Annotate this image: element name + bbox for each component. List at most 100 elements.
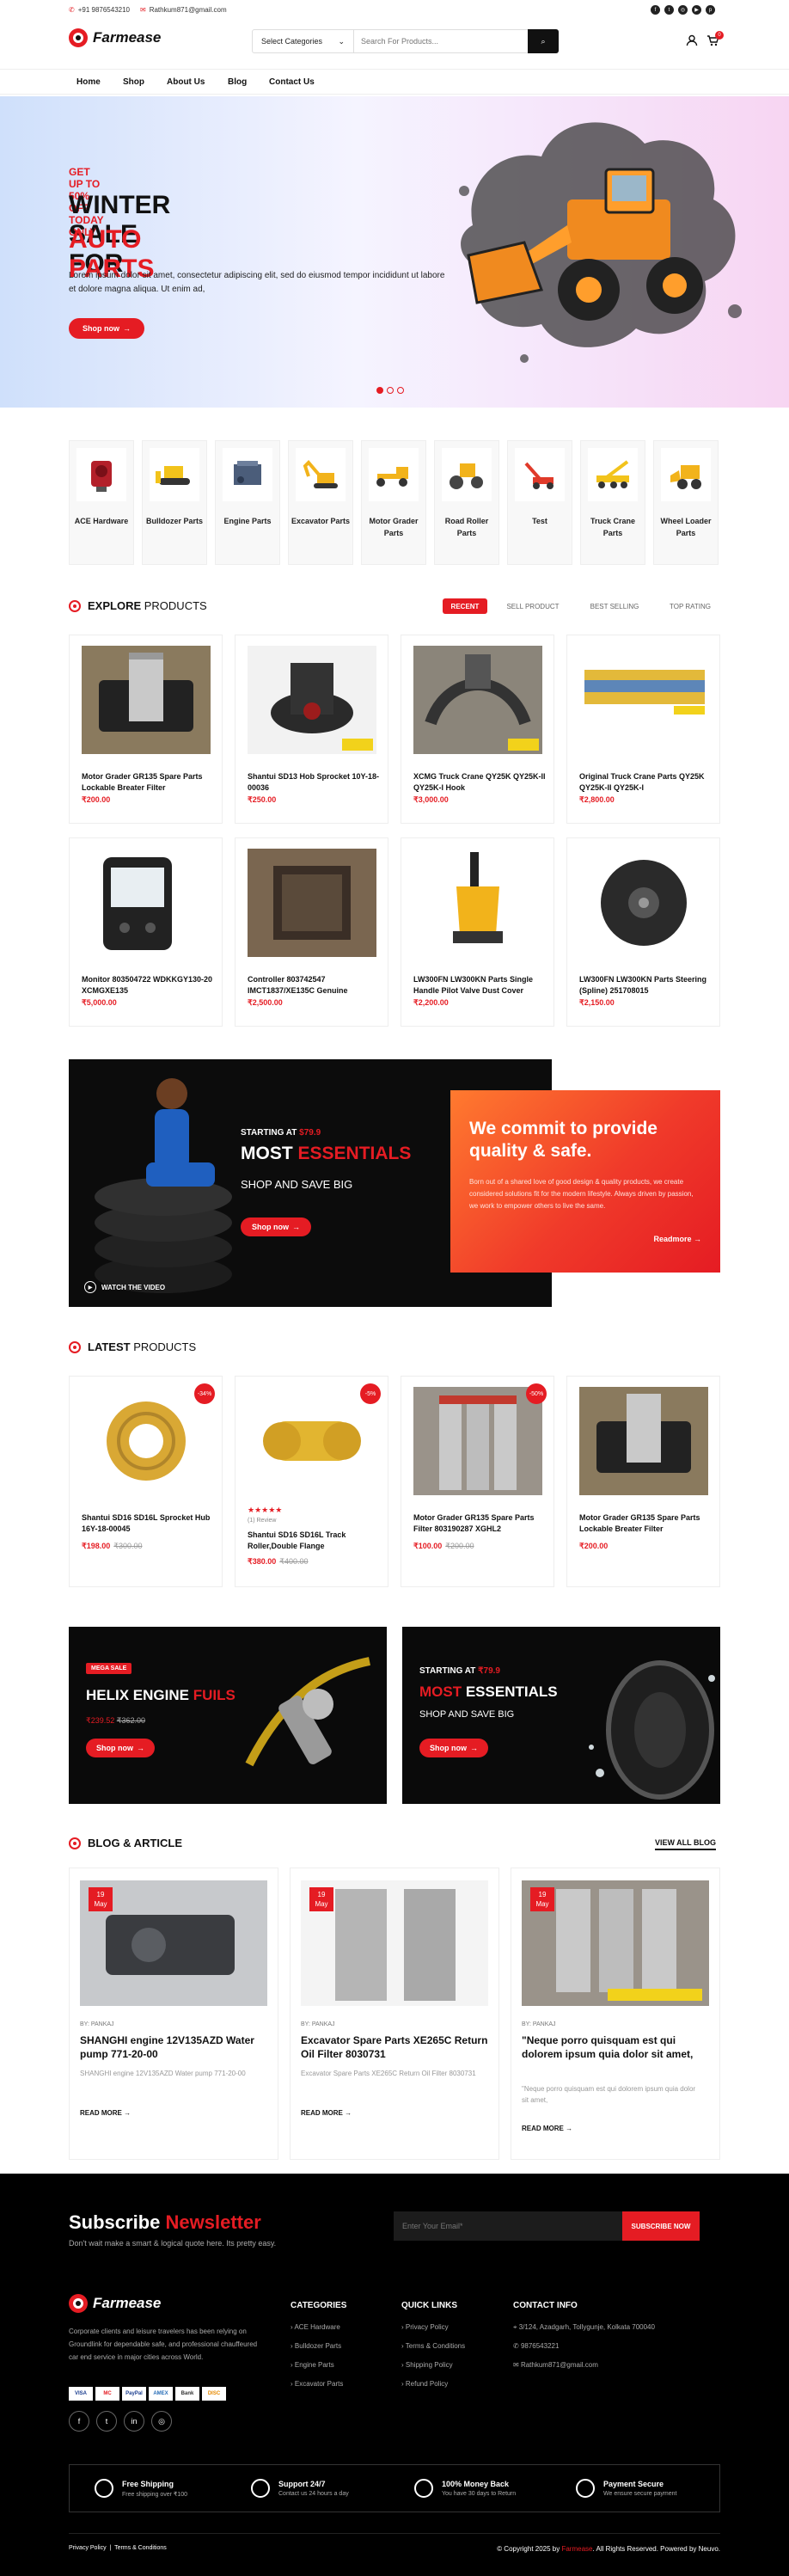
user-icon[interactable] <box>686 34 698 46</box>
category-card-excavator[interactable]: Excavator Parts <box>288 440 353 565</box>
product-card[interactable]: LW300FN LW300KN Parts Steering (Spline) … <box>566 837 720 1027</box>
product-price: ₹2,200.00 <box>413 998 449 1007</box>
footer-category-link[interactable]: › Excavator Parts <box>291 2380 343 2388</box>
terms-link[interactable]: Terms & Conditions <box>114 2545 167 2551</box>
product-card[interactable]: Original Truck Crane Parts QY25K QY25K-I… <box>566 635 720 824</box>
privacy-policy-link[interactable]: Privacy Policy <box>69 2545 107 2551</box>
footer-quick-link[interactable]: › Privacy Policy <box>401 2323 449 2331</box>
product-name[interactable]: Shantui SD16 SD16L Sprocket Hub 16Y-18-0… <box>82 1512 215 1535</box>
nav-about[interactable]: About Us <box>167 77 205 87</box>
slider-dot[interactable] <box>387 387 394 394</box>
product-name[interactable]: Motor Grader GR135 Spare Parts Lockable … <box>579 1512 713 1535</box>
nav-home[interactable]: Home <box>76 77 101 87</box>
pinterest-icon[interactable]: p <box>706 5 715 15</box>
product-image <box>579 849 708 957</box>
product-name[interactable]: LW300FN LW300KN Parts Single Handle Pilo… <box>413 974 547 997</box>
footer-email[interactable]: ✉ Rathkum871@gmail.com <box>513 2361 598 2369</box>
product-card[interactable]: Motor Grader GR135 Spare Parts Lockable … <box>566 1376 720 1587</box>
category-card-ace[interactable]: ACE Hardware <box>69 440 134 565</box>
footer-category-link[interactable]: › Bulldozer Parts <box>291 2342 341 2350</box>
product-card[interactable]: Shantui SD13 Hob Sprocket 10Y-18-00036 ₹… <box>235 635 388 824</box>
blog-read-more-link[interactable]: READ MORE → <box>80 2109 131 2117</box>
topbar-phone[interactable]: ✆ +91 9876543210 <box>69 6 130 14</box>
footer-logo[interactable]: Farmease <box>69 2294 161 2313</box>
product-name[interactable]: LW300FN LW300KN Parts Steering (Spline) … <box>579 974 713 997</box>
product-name[interactable]: Shantui SD16 SD16L Track Roller,Double F… <box>248 1530 381 1552</box>
product-name[interactable]: Controller 803742547 IMCT1837/XE135C Gen… <box>248 974 381 997</box>
linkedin-icon[interactable]: in <box>124 2411 144 2432</box>
product-name[interactable]: Shantui SD13 Hob Sprocket 10Y-18-00036 <box>248 771 381 794</box>
instagram-icon[interactable]: ◎ <box>678 5 688 15</box>
product-name[interactable]: Motor Grader GR135 Spare Parts Lockable … <box>82 771 215 794</box>
tab-recent[interactable]: RECENT <box>443 598 487 614</box>
category-card-wheel-loader[interactable]: Wheel Loader Parts <box>653 440 719 565</box>
youtube-icon[interactable]: ▶ <box>692 5 701 15</box>
blog-post-title[interactable]: SHANGHI engine 12V135AZD Water pump 771-… <box>80 2033 267 2061</box>
category-card-truck-crane[interactable]: Truck Crane Parts <box>580 440 645 565</box>
blog-card[interactable]: 19 May BY: PANKAJ SHANGHI engine 12V135AZ… <box>69 1868 278 2160</box>
subscribe-button[interactable]: SUBSCRIBE NOW <box>622 2211 700 2241</box>
blog-read-more-link[interactable]: READ MORE → <box>522 2125 572 2132</box>
tab-best-selling[interactable]: BEST SELLING <box>580 598 649 614</box>
category-select[interactable]: Select Categories ⌄ <box>253 30 354 52</box>
copyright-brand[interactable]: Farmease <box>561 2545 592 2553</box>
newsletter-email-input[interactable] <box>394 2211 622 2241</box>
nav-blog[interactable]: Blog <box>228 77 247 87</box>
footer-quick-link[interactable]: › Shipping Policy <box>401 2361 453 2369</box>
slider-dot[interactable] <box>397 387 404 394</box>
tab-sell-product[interactable]: SELL PRODUCT <box>498 598 567 614</box>
footer-category-link[interactable]: › ACE Hardware <box>291 2323 340 2331</box>
category-card-engine[interactable]: Engine Parts <box>215 440 280 565</box>
product-name[interactable]: XCMG Truck Crane QY25K QY25K-II QY25K-I … <box>413 771 547 794</box>
category-card-motor-grader[interactable]: Motor Grader Parts <box>361 440 426 565</box>
product-card[interactable]: Monitor 803504722 WDKKGY130-20 XCMGXE135… <box>69 837 223 1027</box>
helix-shop-now-button[interactable]: Shop now → <box>86 1739 155 1757</box>
review-count[interactable]: (1) Review <box>248 1518 276 1524</box>
search-input[interactable] <box>354 31 528 52</box>
footer-phone[interactable]: ✆ 9876543221 <box>513 2342 559 2350</box>
tab-top-rating[interactable]: TOP RATING <box>660 598 720 614</box>
twitter-icon[interactable]: t <box>664 5 674 15</box>
search-button[interactable]: ⌕ <box>528 29 559 53</box>
facebook-icon[interactable]: f <box>69 2411 89 2432</box>
blog-post-title[interactable]: Excavator Spare Parts XE265C Return Oil … <box>301 2033 488 2061</box>
footer-quick-link[interactable]: › Refund Policy <box>401 2380 448 2388</box>
commit-readmore-link[interactable]: Readmore → <box>653 1235 701 1243</box>
facebook-icon[interactable]: f <box>651 5 660 15</box>
service-subtitle: We ensure secure payment <box>603 2491 677 2497</box>
product-name[interactable]: Monitor 803504722 WDKKGY130-20 XCMGXE135 <box>82 974 215 997</box>
hero-shop-now-button[interactable]: Shop now → <box>69 318 144 339</box>
product-card[interactable]: LW300FN LW300KN Parts Single Handle Pilo… <box>401 837 554 1027</box>
product-name[interactable]: Motor Grader GR135 Spare Parts Filter 80… <box>413 1512 547 1535</box>
blog-card[interactable]: 19 May BY: PANKAJ Excavator Spare Parts X… <box>290 1868 499 2160</box>
blog-post-title[interactable]: "Neque porro quisquam est qui dolorem ip… <box>522 2033 709 2061</box>
twitter-icon[interactable]: t <box>96 2411 117 2432</box>
promo-shop-now-button[interactable]: Shop now → <box>241 1217 311 1236</box>
product-card[interactable]: Motor Grader GR135 Spare Parts Lockable … <box>69 635 223 824</box>
slider-dot-active[interactable] <box>376 387 383 394</box>
instagram-icon[interactable]: ◎ <box>151 2411 172 2432</box>
logo[interactable]: Farmease <box>69 28 161 47</box>
view-all-blog-link[interactable]: VIEW ALL BLOG <box>655 1838 716 1850</box>
blog-card[interactable]: 19 May BY: PANKAJ "Neque porro quisquam e… <box>511 1868 720 2160</box>
nav-shop[interactable]: Shop <box>123 77 144 87</box>
footer-category-link[interactable]: › Engine Parts <box>291 2361 334 2369</box>
category-card-road-roller[interactable]: Road Roller Parts <box>434 440 499 565</box>
product-card[interactable]: -50% Motor Grader GR135 Spare Parts Filt… <box>401 1376 554 1587</box>
footer-quick-link[interactable]: › Terms & Conditions <box>401 2342 465 2350</box>
location-icon: ⌖ <box>513 2323 517 2331</box>
product-card[interactable]: XCMG Truck Crane QY25K QY25K-II QY25K-I … <box>401 635 554 824</box>
product-name[interactable]: Original Truck Crane Parts QY25K QY25K-I… <box>579 771 713 794</box>
category-card-test[interactable]: Test <box>507 440 572 565</box>
category-card-bulldozer[interactable]: Bulldozer Parts <box>142 440 207 565</box>
topbar-email[interactable]: ✉ Rathkum871@gmail.com <box>140 6 227 14</box>
watch-video-button[interactable]: ▶ WATCH THE VIDEO <box>84 1281 165 1293</box>
bulldozer-icon <box>150 448 199 501</box>
nav-contact[interactable]: Contact Us <box>269 77 315 87</box>
blog-read-more-link[interactable]: READ MORE → <box>301 2109 352 2117</box>
product-card[interactable]: -34% Shantui SD16 SD16L Sprocket Hub 16Y… <box>69 1376 223 1587</box>
essentials-shop-now-button[interactable]: Shop now → <box>419 1739 488 1757</box>
product-card[interactable]: -5% ★★★★★ (1) Review Shantui SD16 SD16L … <box>235 1376 388 1587</box>
product-card[interactable]: Controller 803742547 IMCT1837/XE135C Gen… <box>235 837 388 1027</box>
mastercard-icon: MC <box>95 2387 119 2401</box>
